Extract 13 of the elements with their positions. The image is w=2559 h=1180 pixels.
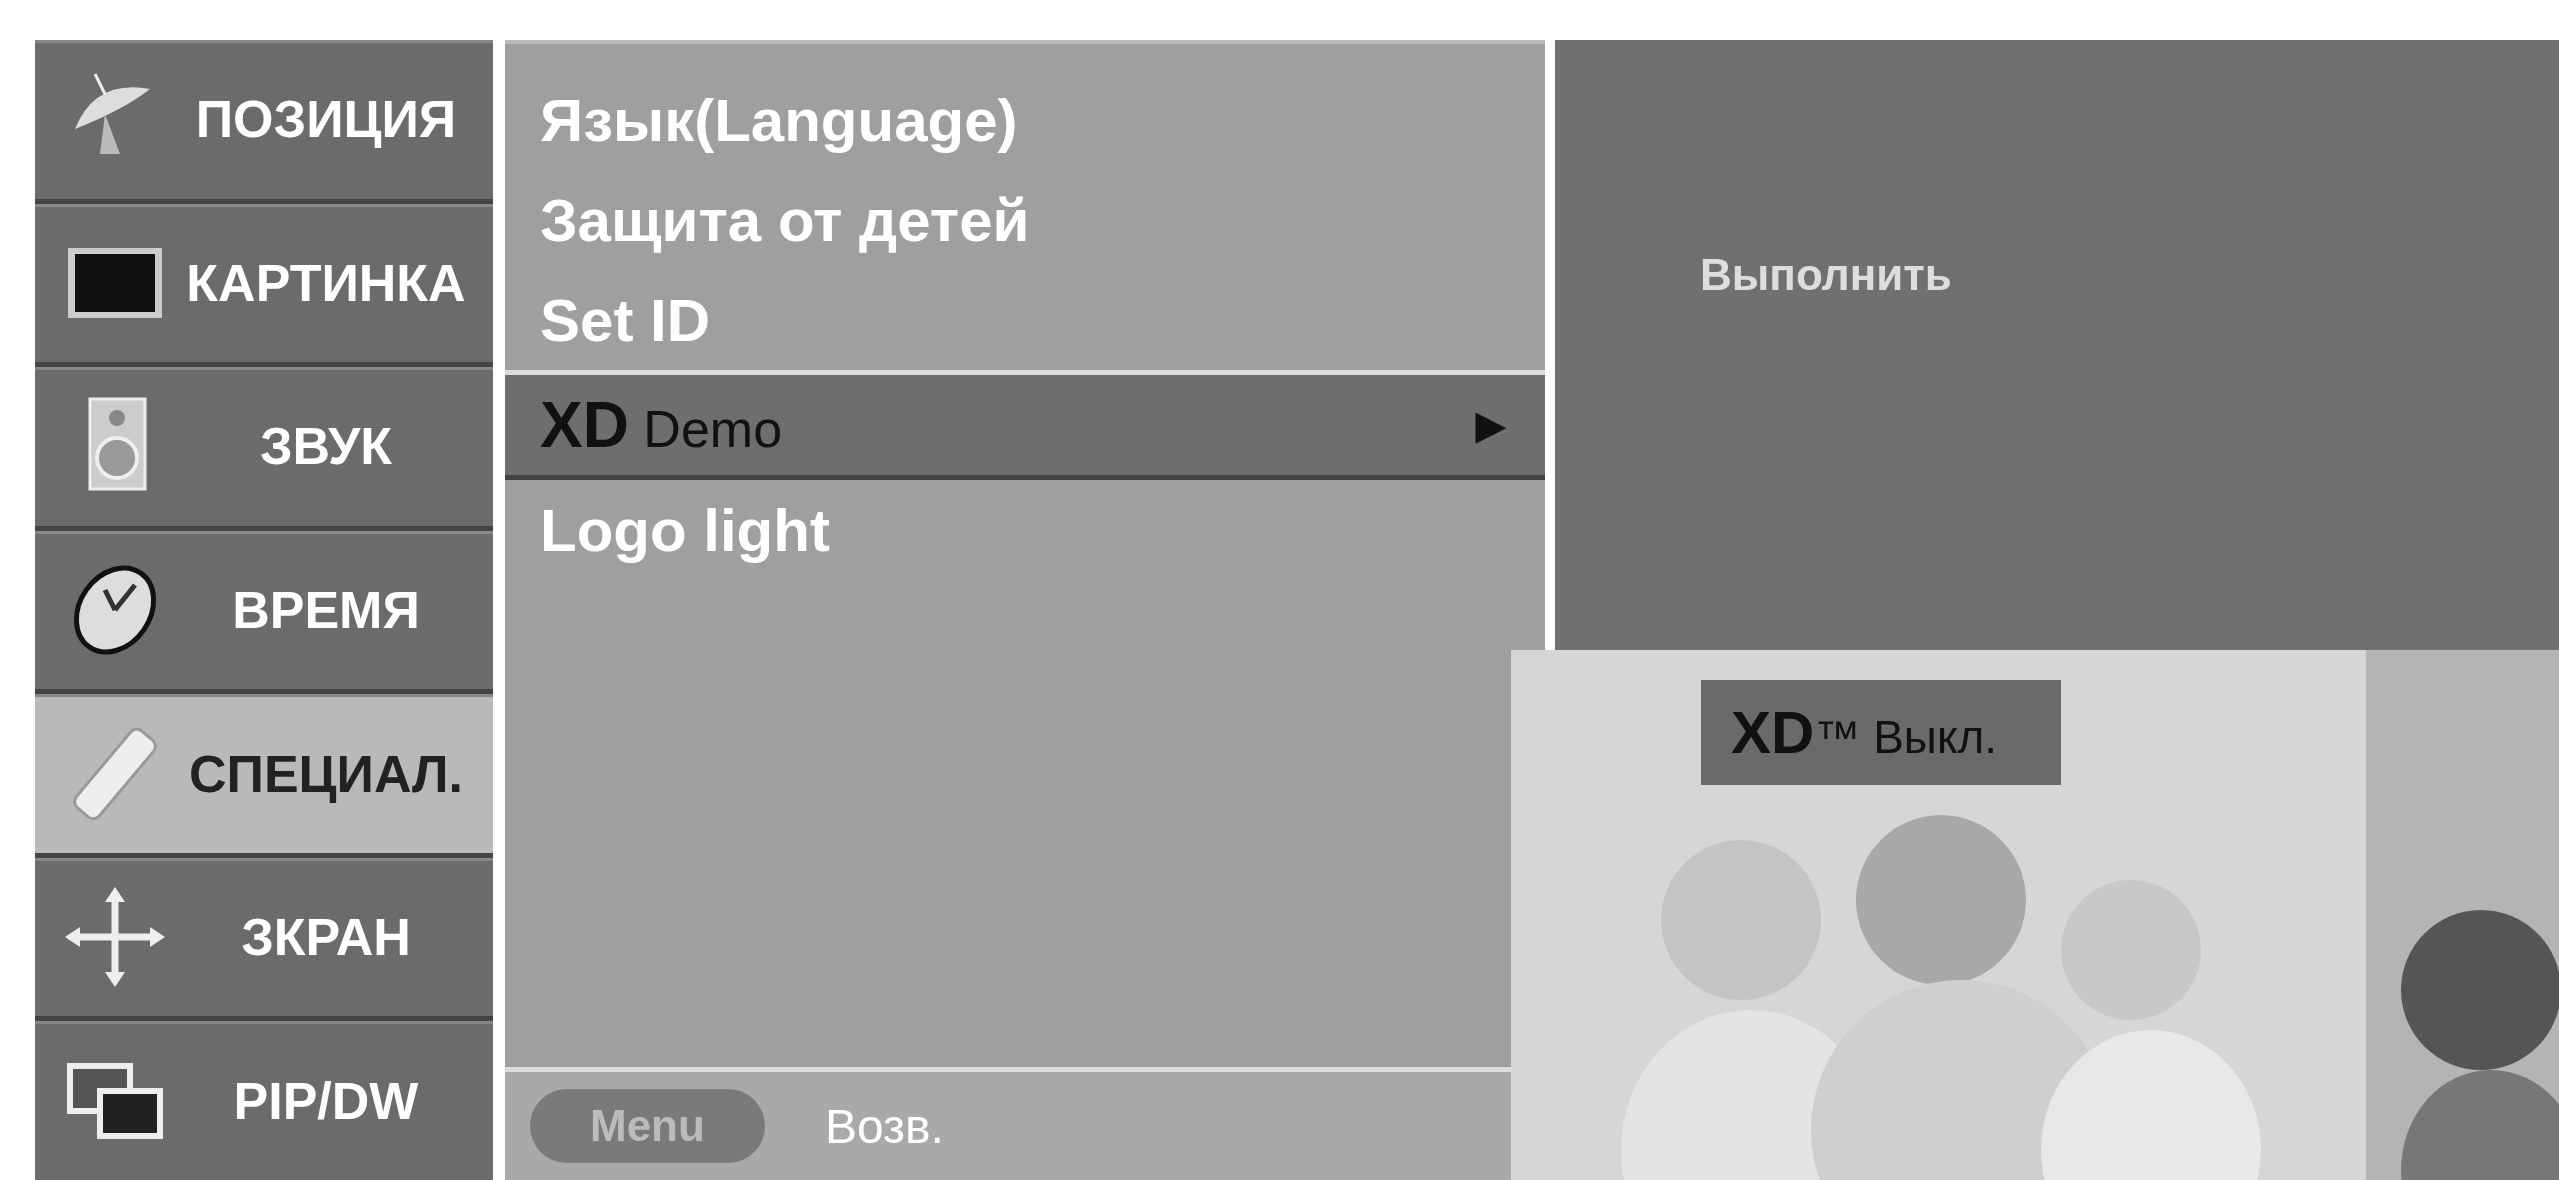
back-label: Возв. [824, 1098, 944, 1154]
sidebar-item[interactable]: ПОЗИЦИЯ [35, 40, 493, 199]
sidebar-item[interactable]: PIP/DW [35, 1021, 493, 1180]
xd-status-label: XD™ Выкл. [1701, 680, 2061, 785]
sidebar-item[interactable]: ВРЕМЯ [35, 530, 493, 690]
run-option[interactable]: Выполнить [1700, 250, 1952, 300]
sidebar-item[interactable]: ЗВУК [35, 367, 493, 526]
sidebar-item[interactable]: КАРТИНКА [35, 203, 493, 363]
submenu-arrow: ▶ [1476, 403, 1505, 447]
sidebar-item[interactable]: СПЕЦИАЛ. [35, 694, 493, 853]
menu-item[interactable]: XD Demo ▶ [505, 370, 1545, 480]
sidebar-item[interactable]: ЗКРАН [35, 857, 493, 1017]
move-arrows-icon [65, 887, 165, 988]
